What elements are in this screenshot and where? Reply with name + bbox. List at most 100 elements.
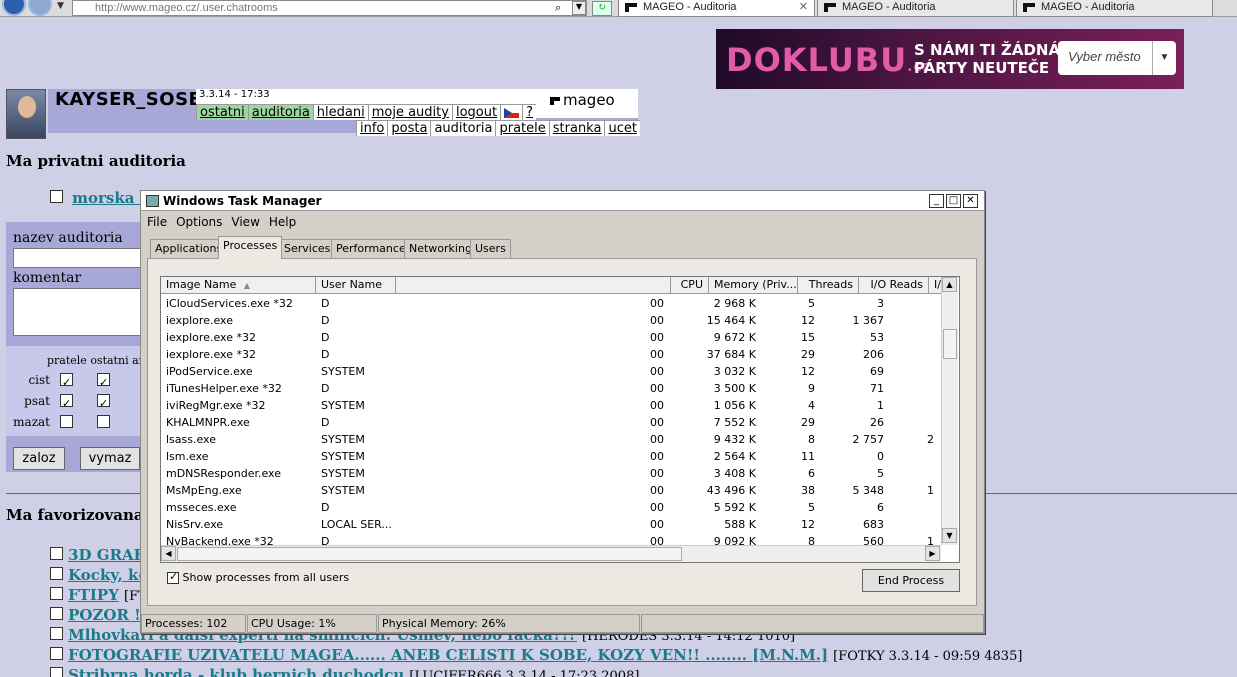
- clear-button[interactable]: vymaz: [80, 447, 140, 470]
- table-row[interactable]: mDNSResponder.exe SYSTEM 00 3 408 K 6 5: [161, 465, 941, 482]
- cell-name: NisSrv.exe: [166, 518, 224, 531]
- nav-ostatni[interactable]: ostatni: [196, 104, 248, 120]
- private-item-checkbox[interactable]: [50, 190, 63, 203]
- tab-title: MAGEO - Auditoria: [1041, 1, 1135, 13]
- nav-pratele[interactable]: pratele: [495, 120, 549, 136]
- favorite-link[interactable]: FTIPY: [68, 586, 119, 604]
- table-row[interactable]: iviRegMgr.exe *32 SYSTEM 00 1 056 K 4 1: [161, 397, 941, 414]
- tab-users[interactable]: Users: [470, 239, 511, 258]
- favorite-link[interactable]: Stribrna horda - klub hernich duchodcu: [68, 666, 404, 677]
- favorite-checkbox[interactable]: [50, 647, 63, 660]
- menu-help[interactable]: Help: [269, 215, 296, 229]
- browser-tab[interactable]: MAGEO - Auditoria ✕: [618, 0, 815, 17]
- table-row[interactable]: iexplore.exe *32 D 00 9 672 K 15 53: [161, 329, 941, 346]
- menu-options[interactable]: Options: [176, 215, 222, 229]
- end-process-button[interactable]: End Process: [862, 569, 960, 592]
- favorite-link[interactable]: POZOR !: [68, 606, 141, 624]
- favorite-link[interactable]: FOTOGRAFIE UZIVATELU MAGEA...... ANEB CE…: [68, 646, 828, 664]
- table-row[interactable]: iPodService.exe SYSTEM 00 3 032 K 12 69: [161, 363, 941, 380]
- nav-posta[interactable]: posta: [387, 120, 431, 136]
- nav-info[interactable]: info: [356, 120, 388, 136]
- perm-read-friends-checkbox[interactable]: [60, 373, 73, 386]
- favorite-checkbox[interactable]: [50, 547, 63, 560]
- table-row[interactable]: iCloudServices.exe *32 D 00 2 968 K 5 3: [161, 295, 941, 312]
- tab-networking[interactable]: Networking: [404, 239, 477, 258]
- table-row[interactable]: KHALMNPR.exe D 00 7 552 K 29 26: [161, 414, 941, 431]
- perm-write-friends-checkbox[interactable]: [60, 394, 73, 407]
- address-dropdown-icon[interactable]: ▼: [572, 1, 586, 15]
- cell-reads: 26: [870, 416, 884, 429]
- nav-stranka[interactable]: stranka: [548, 120, 605, 136]
- task-manager-window[interactable]: Windows Task Manager _ □ ✕ File Options Vi…: [140, 190, 985, 634]
- table-row[interactable]: msseces.exe D 00 5 592 K 5 6: [161, 499, 941, 516]
- table-row[interactable]: iTunesHelper.exe *32 D 00 3 500 K 9 71: [161, 380, 941, 397]
- show-all-users-checkbox[interactable]: [167, 572, 179, 584]
- forward-button[interactable]: [28, 0, 52, 16]
- column-header[interactable]: Threads: [798, 277, 859, 294]
- table-row[interactable]: iexplore.exe D 00 15 464 K 12 1 367: [161, 312, 941, 329]
- process-table[interactable]: Image Name ▲ User Name CPU Memory (Priv.…: [160, 276, 960, 563]
- mageo-logo[interactable]: mageo: [550, 91, 615, 109]
- scroll-thumb-horizontal[interactable]: [177, 547, 682, 561]
- tab-services[interactable]: Services: [279, 239, 336, 258]
- refresh-icon[interactable]: ↻: [592, 1, 612, 16]
- vertical-scrollbar[interactable]: ▲ ▼: [941, 277, 958, 545]
- close-button[interactable]: ✕: [963, 194, 978, 208]
- column-header[interactable]: Memory (Priv...: [709, 277, 798, 294]
- perm-write-others-checkbox[interactable]: [97, 394, 110, 407]
- scroll-thumb[interactable]: [943, 329, 957, 359]
- column-header[interactable]: I/O Reads: [859, 277, 929, 294]
- history-dropdown-icon[interactable]: ▼: [57, 1, 64, 11]
- favorite-checkbox[interactable]: [50, 607, 63, 620]
- search-icon[interactable]: ⌕: [555, 1, 561, 15]
- browser-tab[interactable]: MAGEO - Auditoria: [817, 0, 1014, 17]
- table-row[interactable]: MsMpEng.exe SYSTEM 00 43 496 K 38 5 348 1: [161, 482, 941, 499]
- favorite-link[interactable]: 3D GRAF: [68, 546, 144, 564]
- tab-processes[interactable]: Processes: [218, 236, 283, 259]
- cell-user: D: [321, 314, 330, 327]
- create-button[interactable]: zaloz: [13, 447, 65, 470]
- horizontal-scrollbar[interactable]: ◀ ▶: [161, 545, 941, 562]
- favorite-checkbox[interactable]: [50, 667, 63, 677]
- table-row[interactable]: lsm.exe SYSTEM 00 2 564 K 11 0: [161, 448, 941, 465]
- favorite-checkbox[interactable]: [50, 627, 63, 640]
- perm-read-others-checkbox[interactable]: [97, 373, 110, 386]
- cell-user: LOCAL SER...: [321, 518, 392, 531]
- task-manager-titlebar[interactable]: Windows Task Manager _ □ ✕: [141, 191, 984, 211]
- menu-view[interactable]: View: [231, 215, 259, 229]
- favorite-checkbox[interactable]: [50, 567, 63, 580]
- minimize-button[interactable]: _: [929, 194, 944, 208]
- scroll-down-icon[interactable]: ▼: [942, 528, 957, 543]
- perm-delete-friends-checkbox[interactable]: [60, 415, 73, 428]
- back-button[interactable]: [2, 0, 26, 16]
- scroll-right-icon[interactable]: ▶: [925, 546, 940, 561]
- favorite-checkbox[interactable]: [50, 587, 63, 600]
- column-header[interactable]: Image Name ▲: [161, 277, 316, 294]
- comment-textarea[interactable]: [13, 288, 142, 336]
- maximize-button[interactable]: □: [946, 194, 961, 208]
- address-bar[interactable]: http://www.mageo.cz/.user.chatrooms: [72, 0, 587, 16]
- avatar[interactable]: [6, 89, 46, 139]
- column-header[interactable]: User Name: [316, 277, 396, 294]
- table-row[interactable]: iexplore.exe *32 D 00 37 684 K 29 206: [161, 346, 941, 363]
- favorite-link[interactable]: Kocky, ko: [68, 566, 148, 584]
- menu-file[interactable]: File: [147, 215, 167, 229]
- scroll-left-icon[interactable]: ◀: [161, 546, 176, 561]
- column-header[interactable]: CPU: [671, 277, 709, 294]
- perm-delete-others-checkbox[interactable]: [97, 415, 110, 428]
- tab-applications[interactable]: Applications: [150, 239, 228, 258]
- tab-performance[interactable]: Performance: [331, 239, 411, 258]
- close-tab-icon[interactable]: ✕: [799, 0, 808, 15]
- column-header-spacer: [396, 277, 671, 294]
- cell-threads: 5: [808, 297, 815, 310]
- ad-banner[interactable]: DOKLUBU.cz S NÁMI TI ŽÁDNÁ PÁRTY NEUTEČE…: [716, 29, 1184, 89]
- name-input[interactable]: [13, 248, 142, 268]
- scroll-up-icon[interactable]: ▲: [942, 277, 957, 292]
- nav-auditoria[interactable]: auditoria: [247, 104, 313, 120]
- status-processes: Processes: 102: [141, 614, 246, 633]
- browser-tab[interactable]: MAGEO - Auditoria: [1016, 0, 1213, 17]
- table-row[interactable]: lsass.exe SYSTEM 00 9 432 K 8 2 757 2: [161, 431, 941, 448]
- city-select[interactable]: Vyber město ▼: [1058, 41, 1176, 75]
- table-row[interactable]: NisSrv.exe LOCAL SER... 00 588 K 12 683: [161, 516, 941, 533]
- nav-ucet[interactable]: ucet: [604, 120, 640, 136]
